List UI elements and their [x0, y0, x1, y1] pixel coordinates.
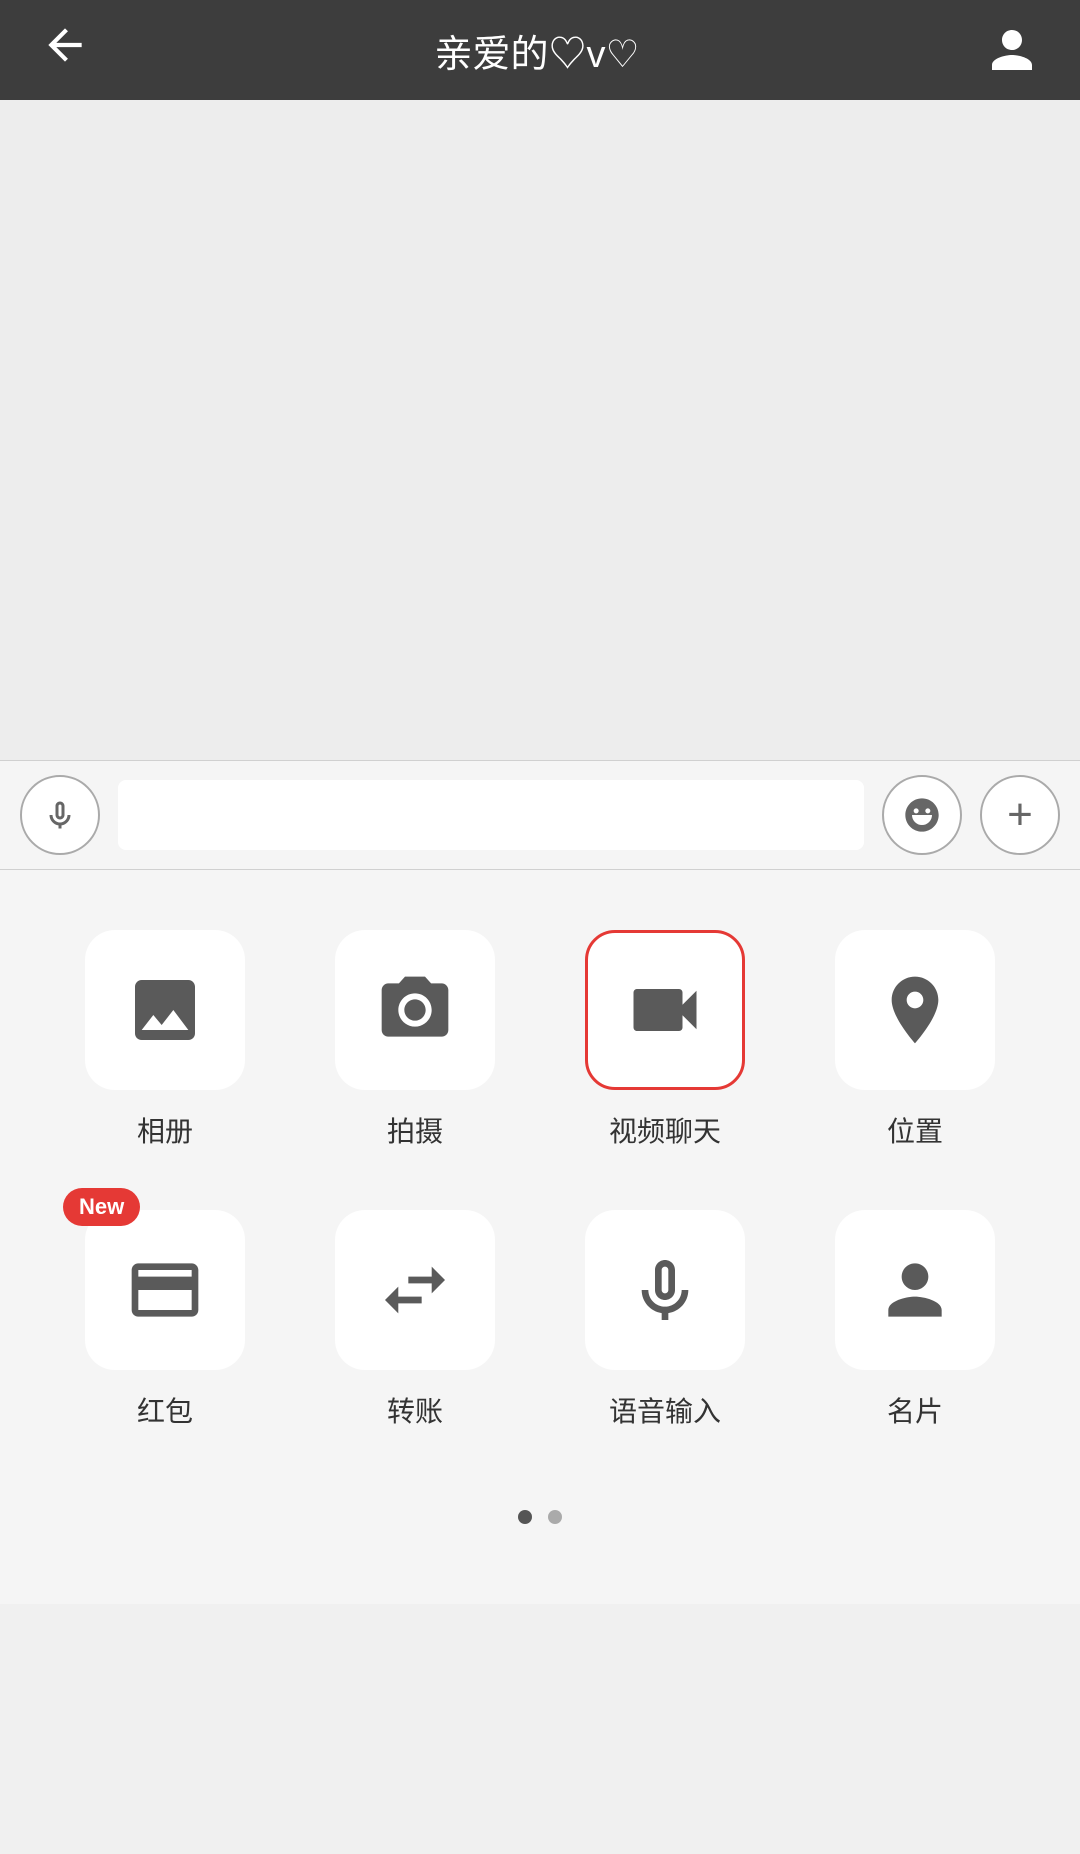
- voice-input-icon-box: [585, 1210, 745, 1370]
- add-extras-button[interactable]: +: [980, 775, 1060, 855]
- grid-item-album[interactable]: 相册: [60, 930, 270, 1150]
- grid-item-location[interactable]: 位置: [810, 930, 1020, 1150]
- album-icon-box: [85, 930, 245, 1090]
- camera-label: 拍摄: [387, 1110, 443, 1150]
- extras-row-1: 相册 拍摄 视频聊天: [60, 930, 1020, 1150]
- location-icon-box: [835, 930, 995, 1090]
- video-label: 视频聊天: [609, 1110, 721, 1150]
- redpacket-icon-box: New: [85, 1210, 245, 1370]
- dot-2: [548, 1510, 562, 1524]
- chat-title: 亲爱的♡v♡: [434, 23, 639, 78]
- back-button[interactable]: [40, 20, 90, 80]
- dot-1: [518, 1510, 532, 1524]
- extras-panel: 相册 拍摄 视频聊天: [0, 870, 1080, 1604]
- voice-button[interactable]: [20, 775, 100, 855]
- album-label: 相册: [137, 1110, 193, 1150]
- video-icon-box: [585, 930, 745, 1090]
- card-icon-box: [835, 1210, 995, 1370]
- grid-item-voice-input[interactable]: 语音输入: [560, 1210, 770, 1430]
- location-label: 位置: [887, 1110, 943, 1150]
- input-bar: +: [0, 760, 1080, 870]
- card-label: 名片: [887, 1390, 943, 1430]
- new-badge: New: [63, 1188, 140, 1226]
- transfer-icon-box: [335, 1210, 495, 1370]
- transfer-label: 转账: [387, 1390, 443, 1430]
- chat-messages-area: [0, 100, 1080, 760]
- header: 亲爱的♡v♡: [0, 0, 1080, 100]
- extras-row-2: New 红包 转账 语音输入: [60, 1210, 1020, 1430]
- page-indicator: [60, 1490, 1020, 1564]
- message-input[interactable]: [118, 780, 864, 850]
- grid-item-transfer[interactable]: 转账: [310, 1210, 520, 1430]
- grid-item-card[interactable]: 名片: [810, 1210, 1020, 1430]
- emoji-button[interactable]: [882, 775, 962, 855]
- contact-avatar[interactable]: [984, 22, 1040, 78]
- grid-item-camera[interactable]: 拍摄: [310, 930, 520, 1150]
- camera-icon-box: [335, 930, 495, 1090]
- redpacket-label: 红包: [137, 1390, 193, 1430]
- voice-input-label: 语音输入: [609, 1390, 721, 1430]
- grid-item-redpacket[interactable]: New 红包: [60, 1210, 270, 1430]
- grid-item-video[interactable]: 视频聊天: [560, 930, 770, 1150]
